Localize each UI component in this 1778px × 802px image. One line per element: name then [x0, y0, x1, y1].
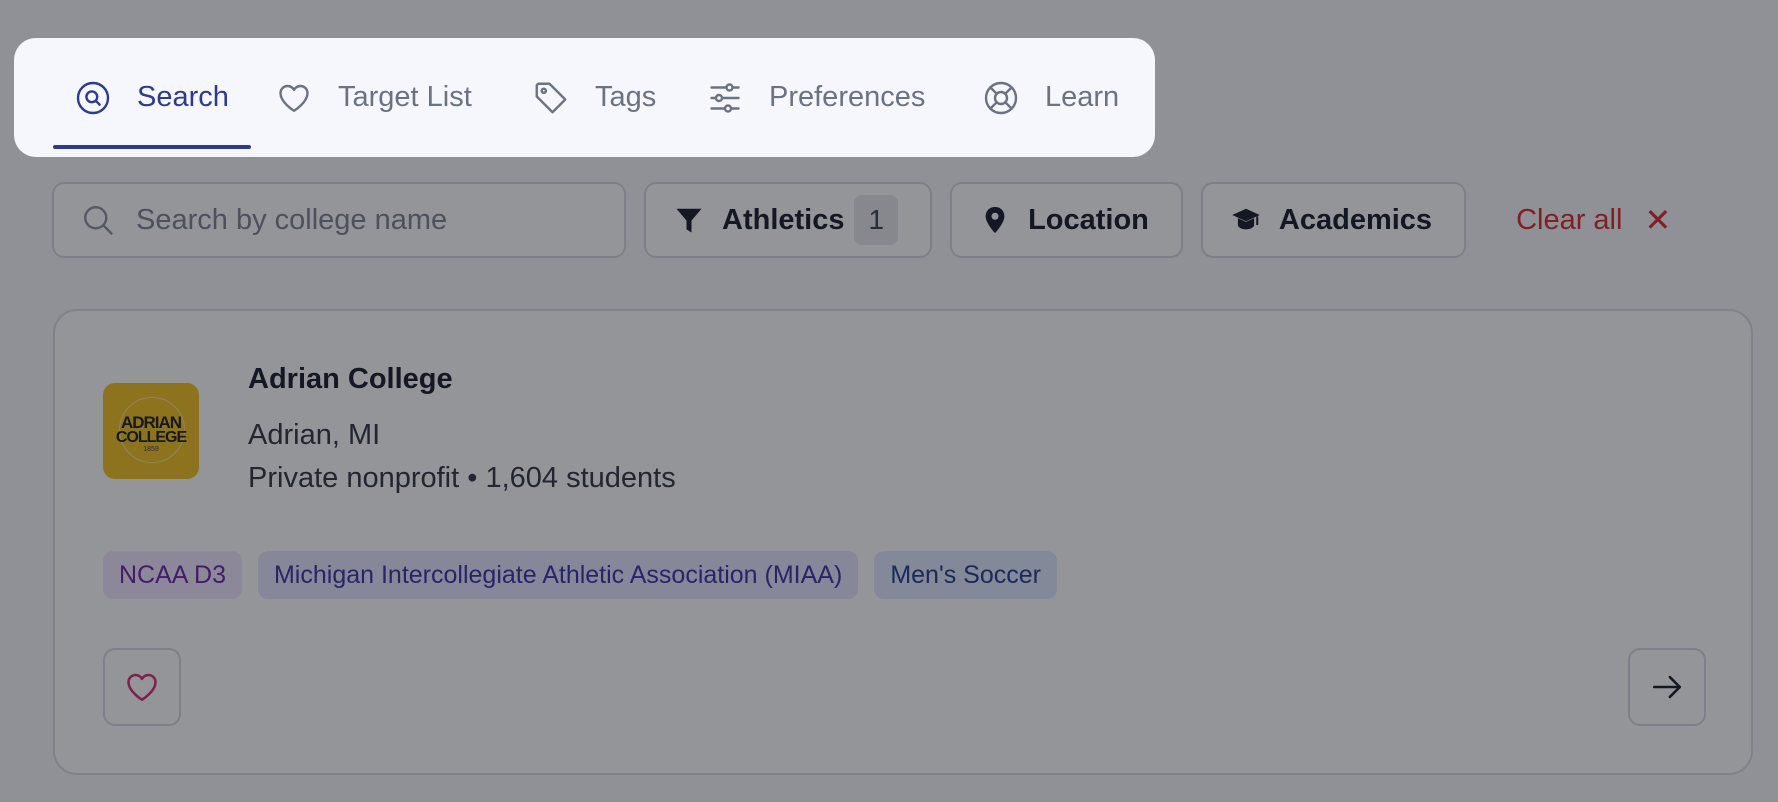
tab-target-list[interactable]: Target List	[276, 38, 472, 157]
tag-icon	[535, 82, 567, 113]
heart-icon	[279, 84, 309, 112]
tab-target-list-label: Target List	[338, 81, 472, 113]
tab-tags[interactable]: Tags	[533, 38, 656, 157]
tab-search-label: Search	[137, 81, 229, 113]
tab-preferences-label: Preferences	[769, 81, 926, 113]
sliders-icon	[710, 82, 740, 113]
tab-search[interactable]: Search	[53, 38, 251, 157]
tab-learn[interactable]: Learn	[983, 38, 1119, 157]
lifebuoy-icon	[984, 81, 1018, 114]
search-circle-icon	[76, 81, 110, 114]
tab-learn-label: Learn	[1045, 81, 1120, 113]
main-tab-bar: Search Target List Tags Preferences Lear…	[14, 38, 1155, 157]
active-tab-indicator	[53, 145, 251, 149]
tab-tags-label: Tags	[595, 81, 657, 113]
tab-preferences[interactable]: Preferences	[707, 38, 925, 157]
